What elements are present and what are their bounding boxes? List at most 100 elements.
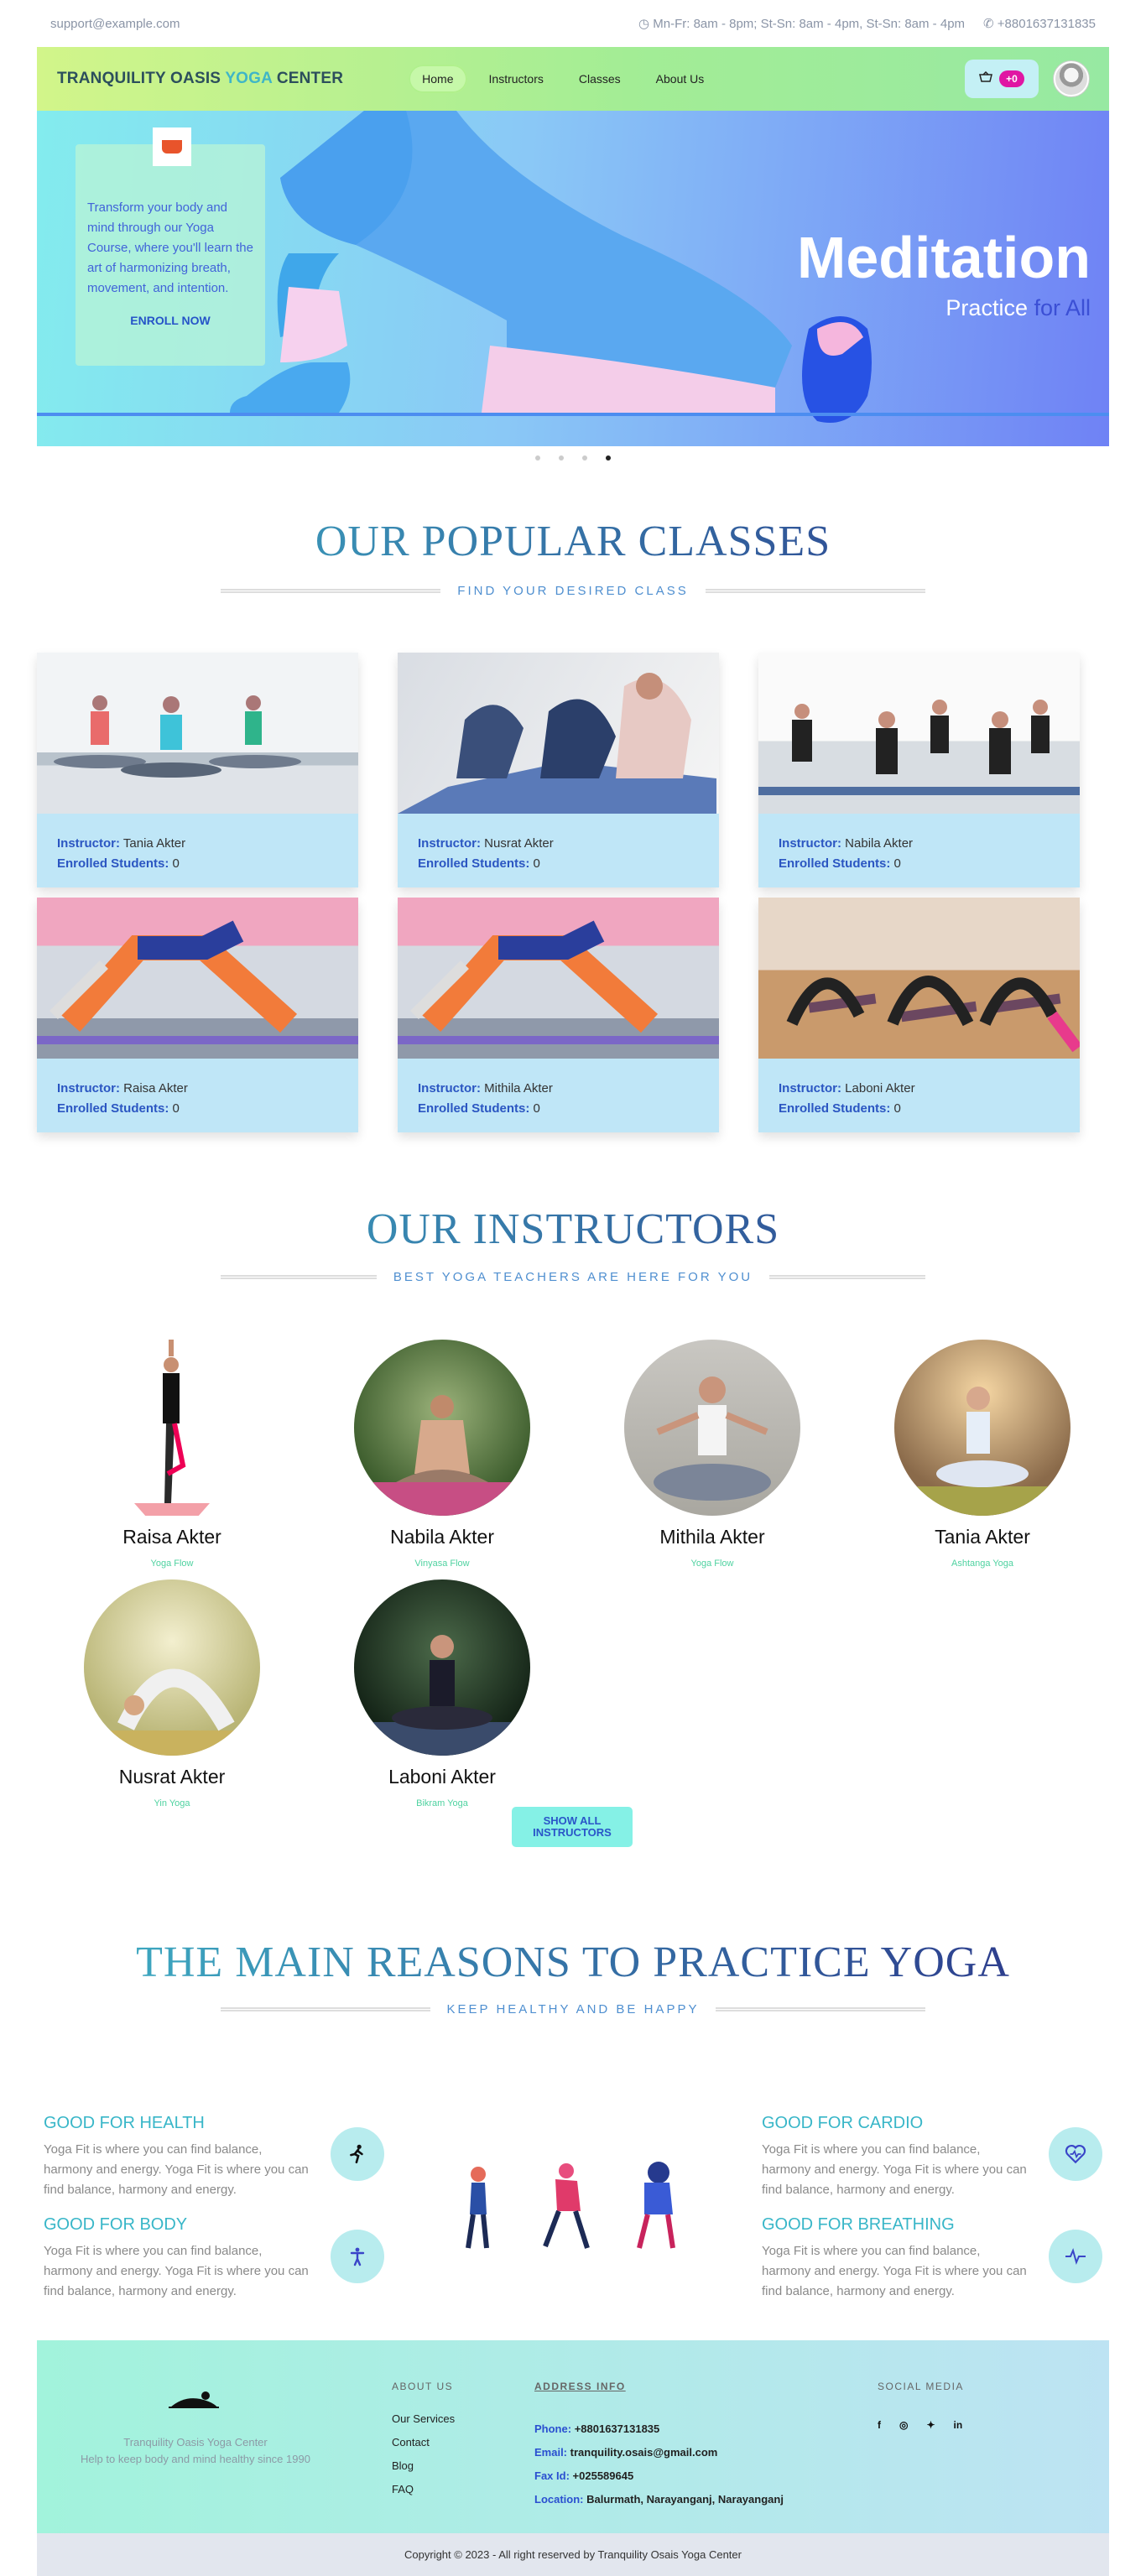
linkedin-icon[interactable]: in [954, 2419, 963, 2431]
copyright-bar: Copyright © 2023 - All right reserved by… [37, 2533, 1109, 2576]
instructors-grid-row-2: Nusrat Akter Yin Yoga Laboni Akter Bikra… [37, 1579, 1109, 1817]
cart-button[interactable]: +0 [965, 60, 1039, 98]
footer-location: Balurmath, Narayanganj, Narayanganj [586, 2493, 784, 2506]
class-image [758, 898, 1080, 1059]
instructor-card[interactable]: Laboni Akter Bikram Yoga [307, 1579, 577, 1817]
footer-fax: +025589645 [572, 2469, 634, 2482]
footer-phone[interactable]: +8801637131835 [575, 2422, 660, 2435]
reasons-subtitle: KEEP HEALTHY AND BE HAPPY [446, 2002, 700, 2017]
slider-dots [0, 455, 1146, 461]
class-enrolled: 0 [172, 1101, 180, 1116]
footer-address: ADDRESS INFO Phone: +8801637131835 Email… [534, 2381, 784, 2506]
twitter-icon[interactable]: ✦ [926, 2419, 935, 2431]
nav-instructors[interactable]: Instructors [476, 65, 557, 93]
instructor-style: Ashtanga Yoga [951, 1559, 1014, 1569]
slider-dot[interactable] [582, 455, 587, 461]
opening-hours: ◷ Mn-Fr: 8am - 8pm; St-Sn: 8am - 4pm, St… [638, 17, 966, 31]
class-instructor: Mithila Akter [484, 1081, 553, 1095]
footer-link-services[interactable]: Our Services [392, 2407, 455, 2431]
class-card[interactable]: Instructor: Tania Akter Enrolled Students… [37, 653, 358, 887]
instructor-card[interactable]: Tania Akter Ashtanga Yoga [847, 1340, 1117, 1577]
instructor-name: Raisa Akter [122, 1526, 221, 1548]
main-menu: Home Instructors Classes About Us [409, 65, 717, 93]
class-card[interactable]: Instructor: Nabila Akter Enrolled Student… [758, 653, 1080, 887]
footer-about: ABOUT US Our Services Contact Blog FAQ [392, 2381, 455, 2501]
reasons-title: THE MAIN REASONS TO PRACTICE YOGA [0, 1938, 1146, 1987]
classes-title: OUR POPULAR CLASSES [0, 517, 1146, 566]
footer-link-faq[interactable]: FAQ [392, 2478, 455, 2501]
footer-tagline: Help to keep body and mind healthy since… [81, 2453, 310, 2465]
class-instructor: Nusrat Akter [484, 836, 554, 851]
support-email[interactable]: support@example.com [50, 17, 180, 31]
instructors-subtitle-row: BEST YOGA TEACHERS ARE HERE FOR YOU [221, 1270, 925, 1284]
instructor-name: Laboni Akter [388, 1766, 496, 1788]
show-all-instructors-button[interactable]: SHOW ALL INSTRUCTORS [512, 1807, 633, 1847]
instructors-title: OUR INSTRUCTORS [0, 1205, 1146, 1254]
class-card[interactable]: Instructor: Raisa Akter Enrolled Students… [37, 898, 358, 1132]
hero-description: Transform your body and mind through our… [87, 200, 253, 295]
class-instructor: Laboni Akter [845, 1081, 915, 1095]
phone-number[interactable]: ✆ +8801637131835 [983, 16, 1096, 31]
navbar: TRANQUILITY OASIS YOGA CENTER Home Instr… [37, 47, 1109, 111]
class-instructor: Tania Akter [122, 836, 186, 851]
phone-icon: ✆ [983, 17, 998, 31]
instructor-card[interactable]: Nusrat Akter Yin Yoga [37, 1579, 307, 1817]
running-icon [331, 2127, 384, 2181]
instructor-photo [894, 1340, 1070, 1516]
clock-icon: ◷ [638, 17, 654, 31]
instructor-photo [84, 1340, 260, 1516]
class-enrolled: 0 [533, 1101, 540, 1116]
class-card[interactable]: Instructor: Nusrat Akter Enrolled Student… [398, 653, 719, 887]
reasons-subtitle-row: KEEP HEALTHY AND BE HAPPY [221, 2002, 925, 2017]
nav-about-us[interactable]: About Us [643, 65, 718, 93]
instructor-photo [84, 1579, 260, 1756]
instructor-card[interactable]: Mithila Akter Yoga Flow [577, 1340, 847, 1577]
yoga-logo-icon [169, 2391, 219, 2408]
person-icon [331, 2230, 384, 2283]
footer-link-blog[interactable]: Blog [392, 2454, 455, 2478]
instructor-name: Tania Akter [935, 1526, 1030, 1548]
footer-email[interactable]: tranquility.osais@gmail.com [570, 2446, 718, 2459]
footer-link-contact[interactable]: Contact [392, 2431, 455, 2454]
instagram-icon[interactable]: ◎ [899, 2419, 908, 2431]
instructor-style: Yoga Flow [690, 1559, 734, 1569]
class-enrolled: 0 [893, 856, 901, 871]
instructors-subtitle: BEST YOGA TEACHERS ARE HERE FOR YOU [393, 1270, 753, 1284]
instructors-grid: Raisa Akter Yoga Flow Nabila Akter Vinya… [37, 1340, 1109, 1577]
hero-title: Meditation [797, 225, 1091, 290]
instructor-card[interactable]: Nabila Akter Vinyasa Flow [307, 1340, 577, 1577]
runners-illustration [466, 2162, 675, 2249]
instructor-card[interactable]: Raisa Akter Yoga Flow [37, 1340, 307, 1577]
slider-dot[interactable] [559, 455, 564, 461]
cart-count-badge: +0 [999, 70, 1024, 87]
class-image [758, 653, 1080, 814]
instructor-photo [354, 1579, 530, 1756]
user-avatar[interactable] [1054, 61, 1089, 96]
enroll-now-button[interactable]: ENROLL NOW [87, 310, 253, 330]
top-bar: support@example.com ◷ Mn-Fr: 8am - 8pm; … [37, 0, 1109, 47]
instructor-name: Nabila Akter [389, 1526, 494, 1548]
facebook-icon[interactable]: f [878, 2419, 881, 2431]
classes-grid: Instructor: Tania Akter Enrolled Students… [37, 653, 1109, 1132]
class-card[interactable]: Instructor: Mithila Akter Enrolled Studen… [398, 898, 719, 1132]
class-image [37, 653, 358, 814]
class-instructor: Raisa Akter [123, 1081, 188, 1095]
class-enrolled: 0 [172, 856, 180, 871]
footer-org-name: Tranquility Oasis Yoga Center [123, 2436, 268, 2449]
hero-slider: Transform your body and mind through our… [37, 111, 1109, 446]
class-enrolled: 0 [893, 1101, 901, 1116]
slider-dot[interactable] [535, 455, 540, 461]
slider-dot-active[interactable] [606, 455, 611, 461]
footer: Tranquility Oasis Yoga Center Help to ke… [37, 2340, 1109, 2533]
instructor-style: Vinyasa Flow [414, 1559, 470, 1569]
bowl-icon [153, 127, 191, 166]
brand-logo[interactable]: TRANQUILITY OASIS YOGA CENTER [57, 70, 343, 88]
nav-home[interactable]: Home [409, 65, 467, 93]
nav-classes[interactable]: Classes [565, 65, 634, 93]
footer-social: SOCIAL MEDIA f ◎ ✦ in [878, 2381, 964, 2431]
instructor-style: Yoga Flow [150, 1559, 194, 1569]
pulse-icon [1049, 2230, 1102, 2283]
hero-promo-card: Transform your body and mind through our… [76, 127, 265, 366]
class-card[interactable]: Instructor: Laboni Akter Enrolled Student… [758, 898, 1080, 1132]
class-enrolled: 0 [533, 856, 540, 871]
